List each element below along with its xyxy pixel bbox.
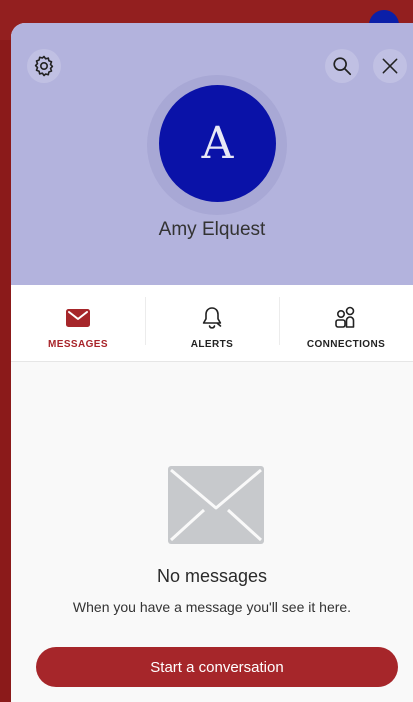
tab-alerts[interactable]: ALERTS	[145, 285, 279, 361]
search-button[interactable]	[325, 49, 359, 83]
bell-icon	[202, 307, 222, 329]
search-icon	[333, 57, 352, 76]
gear-icon	[34, 55, 54, 77]
close-icon	[382, 58, 398, 74]
people-icon	[335, 306, 355, 328]
tab-alerts-label: ALERTS	[190, 339, 234, 350]
close-button[interactable]	[373, 49, 407, 83]
tab-connections[interactable]: CONNECTIONS	[279, 285, 413, 361]
settings-button[interactable]	[27, 49, 61, 83]
tab-connections-label: CONNECTIONS	[306, 339, 386, 350]
empty-envelope-icon	[168, 466, 264, 544]
tab-messages[interactable]: MESSAGES	[11, 285, 145, 361]
avatar[interactable]: A	[159, 85, 276, 202]
profile-header: A Amy Elquest	[11, 23, 413, 285]
envelope-icon	[66, 309, 90, 327]
empty-state-title: No messages	[156, 566, 268, 586]
start-conversation-button[interactable]: Start a conversation	[36, 647, 398, 687]
profile-sheet: A Amy Elquest MESSAGES ALERTS CONNECTION…	[11, 23, 413, 702]
empty-state-subtitle: When you have a message you'll see it he…	[72, 599, 352, 615]
user-name: Amy Elquest	[158, 219, 266, 240]
avatar-initial: A	[201, 118, 234, 169]
tab-bar: MESSAGES ALERTS CONNECTIONS	[11, 285, 413, 362]
tab-messages-label: MESSAGES	[48, 339, 108, 350]
